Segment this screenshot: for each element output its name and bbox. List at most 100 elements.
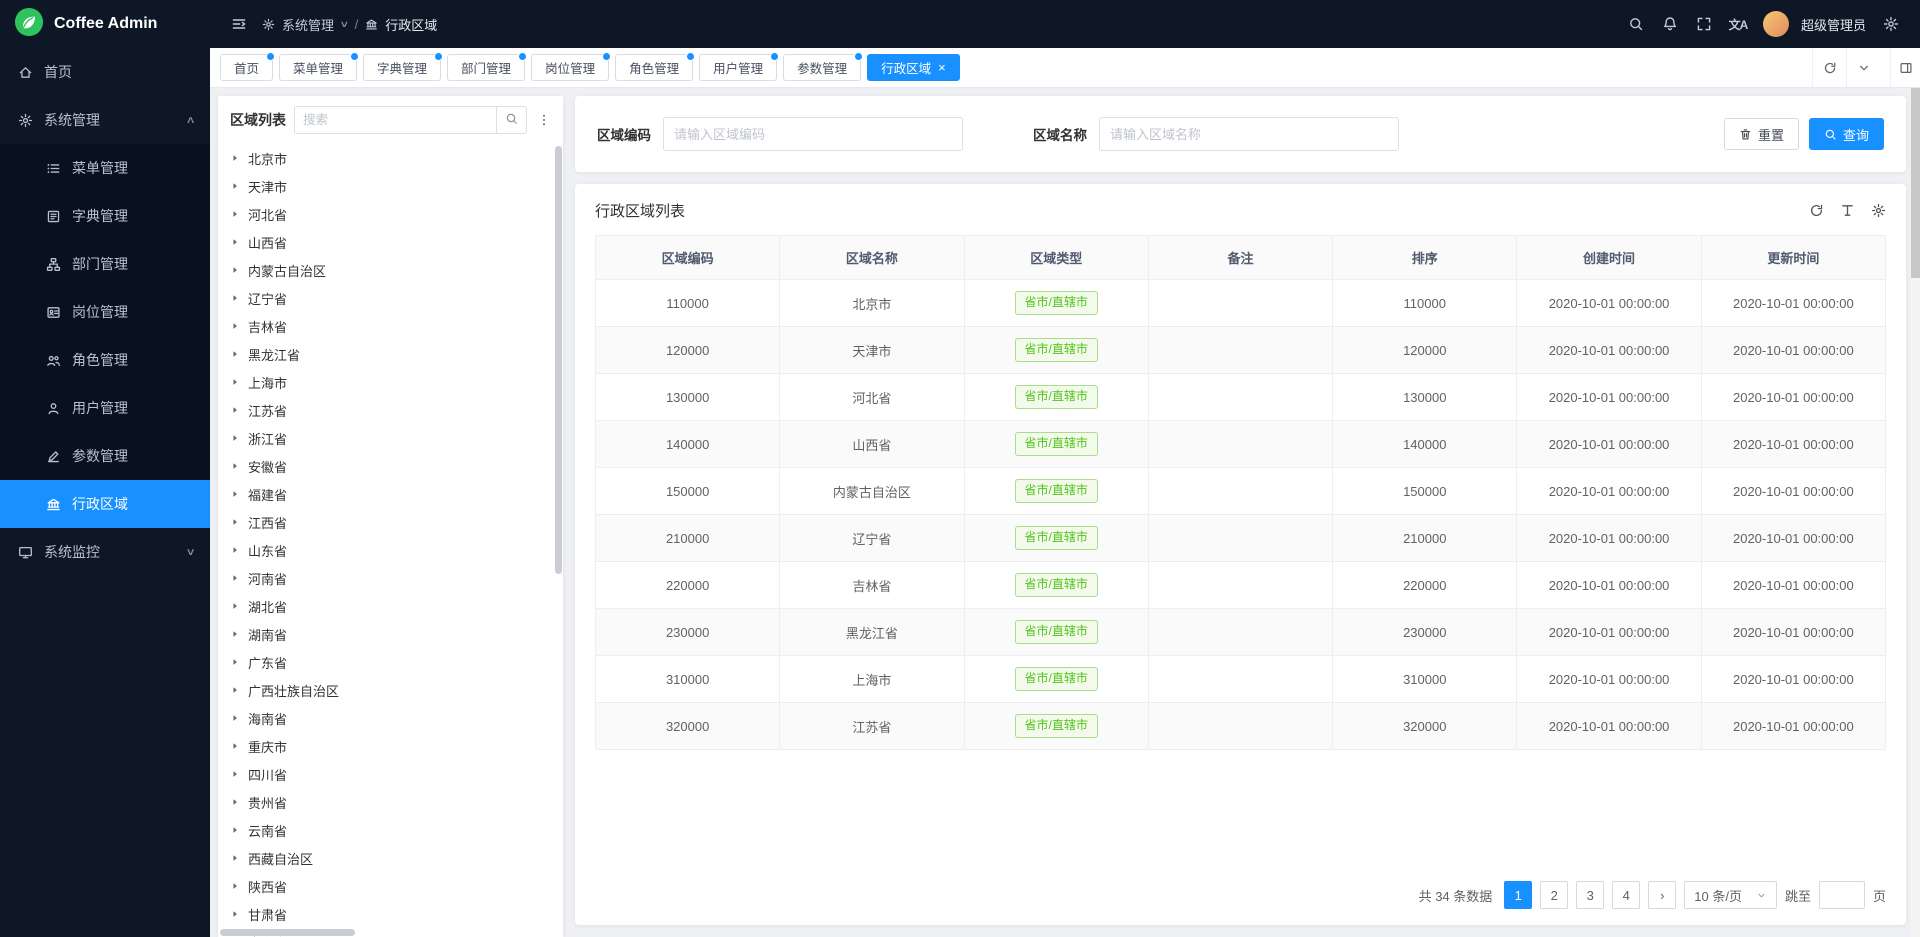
- username[interactable]: 超级管理员: [1801, 15, 1866, 34]
- caret-right-icon[interactable]: [230, 377, 245, 387]
- search-icon[interactable]: [1621, 9, 1651, 39]
- caret-right-icon[interactable]: [230, 909, 245, 919]
- sidebar-item[interactable]: 首页: [0, 48, 210, 96]
- tree-item[interactable]: 安徽省: [218, 452, 563, 480]
- caret-right-icon[interactable]: [230, 797, 245, 807]
- tree-item[interactable]: 上海市: [218, 368, 563, 396]
- caret-right-icon[interactable]: [230, 349, 245, 359]
- tree-search-input[interactable]: [295, 107, 496, 133]
- caret-right-icon[interactable]: [230, 237, 245, 247]
- sidebar-item[interactable]: 字典管理: [0, 192, 210, 240]
- table-row[interactable]: 310000 上海市 省市/直辖市 310000 2020-10-01 00:0…: [596, 656, 1886, 703]
- user-avatar[interactable]: [1763, 11, 1789, 37]
- tree-item[interactable]: 辽宁省: [218, 284, 563, 312]
- caret-right-icon[interactable]: [230, 209, 245, 219]
- caret-right-icon[interactable]: [230, 573, 245, 583]
- scrollbar-thumb[interactable]: [220, 929, 355, 936]
- caret-right-icon[interactable]: [230, 881, 245, 891]
- refresh-icon[interactable]: [1812, 48, 1846, 87]
- reset-button[interactable]: 重置: [1724, 118, 1799, 150]
- settings-gear-icon[interactable]: [1876, 9, 1906, 39]
- tree-item[interactable]: 福建省: [218, 480, 563, 508]
- tree-item[interactable]: 湖北省: [218, 592, 563, 620]
- tree-item[interactable]: 吉林省: [218, 312, 563, 340]
- tree-item[interactable]: 西藏自治区: [218, 844, 563, 872]
- refresh-icon[interactable]: [1809, 203, 1824, 218]
- tree-item[interactable]: 海南省: [218, 704, 563, 732]
- tab[interactable]: 行政区域 ×: [867, 54, 960, 81]
- bell-icon[interactable]: [1655, 9, 1685, 39]
- sidebar-item[interactable]: 菜单管理: [0, 144, 210, 192]
- tree-item[interactable]: 贵州省: [218, 788, 563, 816]
- tab[interactable]: 岗位管理: [531, 54, 609, 81]
- column-width-icon[interactable]: [1840, 203, 1855, 218]
- fullscreen-icon[interactable]: [1689, 9, 1719, 39]
- tree-item[interactable]: 河北省: [218, 200, 563, 228]
- page-size-select[interactable]: 10 条/页: [1684, 881, 1777, 909]
- caret-right-icon[interactable]: [230, 293, 245, 303]
- jump-page-input[interactable]: [1819, 881, 1865, 909]
- tree-item[interactable]: 广东省: [218, 648, 563, 676]
- tree-item[interactable]: 内蒙古自治区: [218, 256, 563, 284]
- tree-scrollbar-horizontal[interactable]: [220, 929, 520, 936]
- tree-item[interactable]: 云南省: [218, 816, 563, 844]
- caret-right-icon[interactable]: [230, 489, 245, 499]
- sidebar-item[interactable]: 系统监控 ∨: [0, 528, 210, 576]
- tree-item[interactable]: 广西壮族自治区: [218, 676, 563, 704]
- tree-item[interactable]: 陕西省: [218, 872, 563, 900]
- breadcrumb-parent[interactable]: 系统管理: [282, 15, 334, 34]
- tree-scrollbar-vertical[interactable]: [555, 146, 562, 925]
- caret-right-icon[interactable]: [230, 265, 245, 275]
- caret-right-icon[interactable]: [230, 405, 245, 415]
- more-options-icon[interactable]: [535, 111, 553, 129]
- query-button[interactable]: 查询: [1809, 118, 1884, 150]
- tab[interactable]: 首页: [220, 54, 273, 81]
- table-row[interactable]: 140000 山西省 省市/直辖市 140000 2020-10-01 00:0…: [596, 421, 1886, 468]
- tree-item[interactable]: 湖南省: [218, 620, 563, 648]
- scrollbar-thumb[interactable]: [1911, 88, 1920, 278]
- tree-item[interactable]: 甘肃省: [218, 900, 563, 928]
- caret-right-icon[interactable]: [230, 825, 245, 835]
- page-button[interactable]: 3: [1576, 881, 1604, 909]
- tab[interactable]: 部门管理: [447, 54, 525, 81]
- scrollbar-thumb[interactable]: [555, 146, 562, 574]
- tree-item[interactable]: 浙江省: [218, 424, 563, 452]
- tree-item[interactable]: 天津市: [218, 172, 563, 200]
- caret-right-icon[interactable]: [230, 853, 245, 863]
- tree-item[interactable]: 江西省: [218, 508, 563, 536]
- sidebar-item[interactable]: 系统管理 ∧: [0, 96, 210, 144]
- caret-right-icon[interactable]: [230, 461, 245, 471]
- tree-item[interactable]: 北京市: [218, 144, 563, 172]
- caret-right-icon[interactable]: [230, 153, 245, 163]
- tree-item[interactable]: 山西省: [218, 228, 563, 256]
- page-button[interactable]: 4: [1612, 881, 1640, 909]
- table-row[interactable]: 320000 江苏省 省市/直辖市 320000 2020-10-01 00:0…: [596, 703, 1886, 750]
- page-button[interactable]: 2: [1540, 881, 1568, 909]
- table-row[interactable]: 220000 吉林省 省市/直辖市 220000 2020-10-01 00:0…: [596, 562, 1886, 609]
- sidebar-item[interactable]: 参数管理: [0, 432, 210, 480]
- menu-fold-icon[interactable]: [224, 9, 254, 39]
- tab[interactable]: 字典管理: [363, 54, 441, 81]
- table-row[interactable]: 130000 河北省 省市/直辖市 130000 2020-10-01 00:0…: [596, 374, 1886, 421]
- caret-right-icon[interactable]: [230, 545, 245, 555]
- layout-toggle-icon[interactable]: [1890, 48, 1920, 87]
- tree-item[interactable]: 黑龙江省: [218, 340, 563, 368]
- table-row[interactable]: 230000 黑龙江省 省市/直辖市 230000 2020-10-01 00:…: [596, 609, 1886, 656]
- tree-item[interactable]: 山东省: [218, 536, 563, 564]
- page-button[interactable]: 1: [1504, 881, 1532, 909]
- sidebar-item[interactable]: 行政区域: [0, 480, 210, 528]
- sidebar-item[interactable]: 部门管理: [0, 240, 210, 288]
- tab-menu-caret-icon[interactable]: [1846, 48, 1880, 87]
- sidebar-item[interactable]: 角色管理: [0, 336, 210, 384]
- tree-item[interactable]: 四川省: [218, 760, 563, 788]
- sidebar-item[interactable]: 岗位管理: [0, 288, 210, 336]
- caret-right-icon[interactable]: [230, 629, 245, 639]
- table-row[interactable]: 110000 北京市 省市/直辖市 110000 2020-10-01 00:0…: [596, 280, 1886, 327]
- caret-right-icon[interactable]: [230, 321, 245, 331]
- tab[interactable]: 角色管理: [615, 54, 693, 81]
- caret-right-icon[interactable]: [230, 713, 245, 723]
- tab[interactable]: 用户管理: [699, 54, 777, 81]
- caret-right-icon[interactable]: [230, 769, 245, 779]
- tree-search-button[interactable]: [496, 107, 526, 133]
- caret-right-icon[interactable]: [230, 657, 245, 667]
